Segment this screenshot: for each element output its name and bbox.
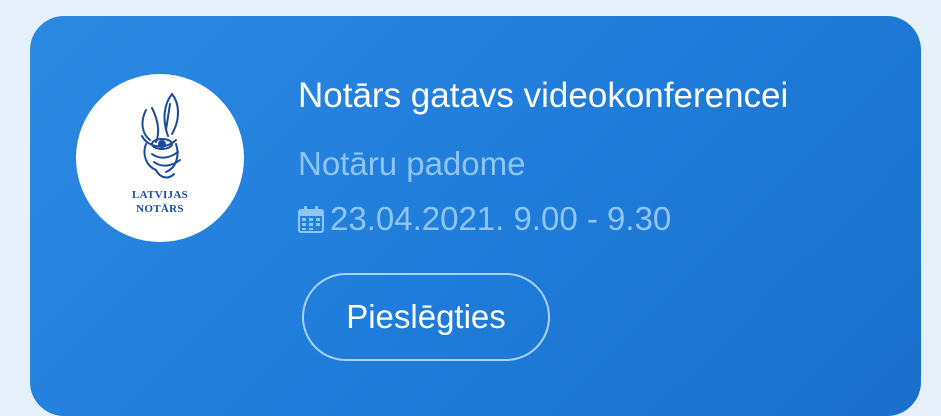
event-title: Notārs gatavs videokonferencei xyxy=(298,76,789,115)
logo-text-line2: NOTĀRS xyxy=(136,203,184,215)
event-organizer: Notāru padome xyxy=(298,145,526,182)
logo-emblem-icon xyxy=(141,93,181,179)
event-datetime-row: 23.04.2021. 9.00 - 9.30 xyxy=(298,198,671,240)
event-card: LATVIJAS NOTĀRS Notārs gatavs videokonfe… xyxy=(30,16,921,416)
event-datetime: 23.04.2021. 9.00 - 9.30 xyxy=(330,200,672,237)
latvijas-notars-logo: LATVIJAS NOTĀRS xyxy=(76,74,244,242)
join-button[interactable]: Pieslēgties xyxy=(302,273,550,361)
logo-text-line1: LATVIJAS xyxy=(132,189,188,201)
calendar-icon xyxy=(298,206,324,233)
